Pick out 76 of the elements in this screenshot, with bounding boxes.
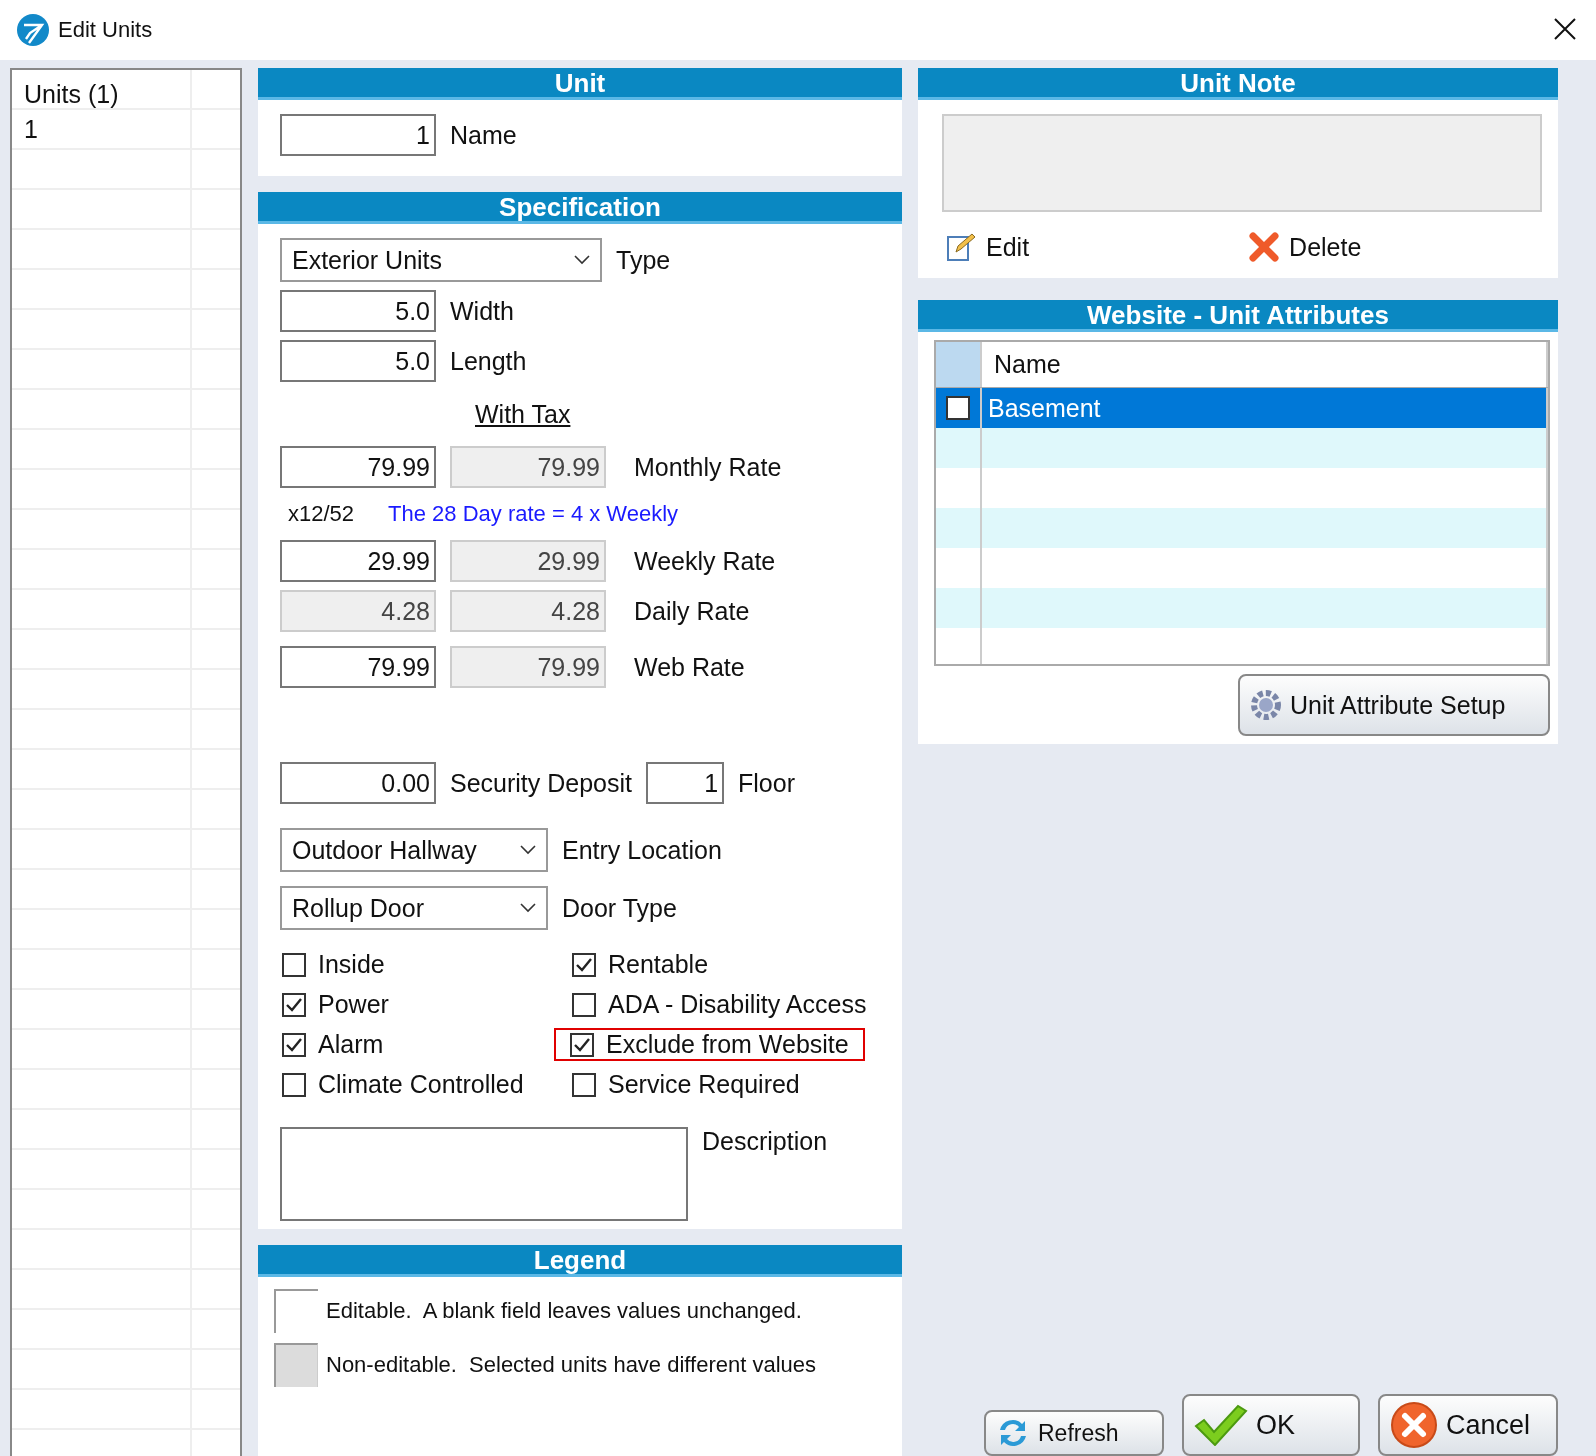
field-label: Daily Rate [634,596,750,626]
chevron-down-icon [520,903,536,913]
app-logo-icon [16,13,50,47]
field-label: Weekly Rate [634,546,776,576]
checkmark-icon [1194,1404,1248,1446]
input-field[interactable]: 4.28 [280,590,436,632]
chevron-down-icon [520,845,536,855]
ok-button[interactable]: OK [1182,1394,1360,1456]
field-label: Length [450,346,527,376]
field-label: Name [450,120,517,150]
unit-attribute-setup-button[interactable]: Unit Attribute Setup [1238,674,1550,736]
input-field[interactable]: 1 [646,762,725,804]
section-header: Unit Note [918,68,1558,100]
checkbox[interactable] [282,992,306,1017]
field-label: Type [616,245,671,275]
section-header: Legend [258,1245,902,1277]
note-field[interactable] [942,114,1542,212]
edit-icon [946,232,976,262]
section-header: Specification [258,192,902,224]
field-label: Entry Location [562,835,722,865]
checkbox-label: Service Required [608,1070,800,1099]
rate-note: x12/52 [288,501,355,527]
rate-note: The 28 Day rate = 4 x Weekly [388,501,679,527]
checkbox-label: Rentable [608,950,709,979]
field-label: Web Rate [634,652,745,682]
checkbox[interactable] [946,396,970,420]
checkbox-label: ADA - Disability Access [608,990,867,1019]
checkbox[interactable] [572,992,596,1017]
input-field[interactable]: 29.99 [280,540,436,582]
column-heading: With Tax [475,399,572,430]
checkbox[interactable] [282,952,306,977]
input-field[interactable]: 5.0 [280,340,436,382]
input-field: 4.28 [450,590,606,632]
legend-text: Non-editable. Selected units have different values [326,1352,816,1378]
entry-location-dropdown[interactable]: Outdoor Hallway [280,828,548,872]
field-label: Description [702,1127,828,1156]
field-label: Width [450,296,514,326]
input-field[interactable]: 1 [280,114,436,156]
type-dropdown[interactable]: Exterior Units [280,238,602,282]
description-field[interactable] [280,1127,688,1221]
checkbox-label: Exclude from Website [606,1030,849,1059]
checkbox[interactable] [572,1072,596,1097]
column-header: Units (1) [12,70,192,118]
checkbox-label: Inside [318,950,385,979]
list-row[interactable]: 1 [12,110,192,148]
checkbox-label: Power [318,990,389,1019]
cancel-button[interactable]: Cancel [1378,1394,1558,1456]
input-field[interactable]: 79.99 [280,646,436,688]
window-title: Edit Units [58,17,154,43]
cancel-icon [1390,1401,1438,1449]
checkbox-label: Alarm [318,1030,384,1059]
input-field[interactable]: 0.00 [280,762,436,804]
delete-icon [1249,232,1280,262]
checkbox-label: Climate Controlled [318,1070,524,1099]
checkbox[interactable] [282,1032,306,1057]
checkbox[interactable] [282,1072,306,1097]
checkbox[interactable] [570,1032,594,1057]
refresh-button[interactable]: Refresh [984,1410,1164,1456]
field-label: Monthly Rate [634,452,782,482]
input-field: 79.99 [450,446,606,488]
field-label: Door Type [562,893,677,923]
input-field: 29.99 [450,540,606,582]
checkbox[interactable] [572,952,596,977]
section-header: Website - Unit Attributes [918,300,1558,332]
section-header: Unit [258,68,902,100]
field-label: Floor [738,768,795,798]
input-field: 79.99 [450,646,606,688]
gear-icon [1250,689,1282,721]
input-field[interactable]: 79.99 [280,446,436,488]
chevron-down-icon [574,255,590,265]
legend-text: Editable. A blank field leaves values unchanged. [326,1298,802,1324]
delete-button[interactable]: Delete [1249,232,1362,262]
edit-button[interactable]: Edit [946,232,1030,262]
field-label: Security Deposit [450,768,633,798]
door-type-dropdown[interactable]: Rollup Door [280,886,548,930]
input-field[interactable]: 5.0 [280,290,436,332]
